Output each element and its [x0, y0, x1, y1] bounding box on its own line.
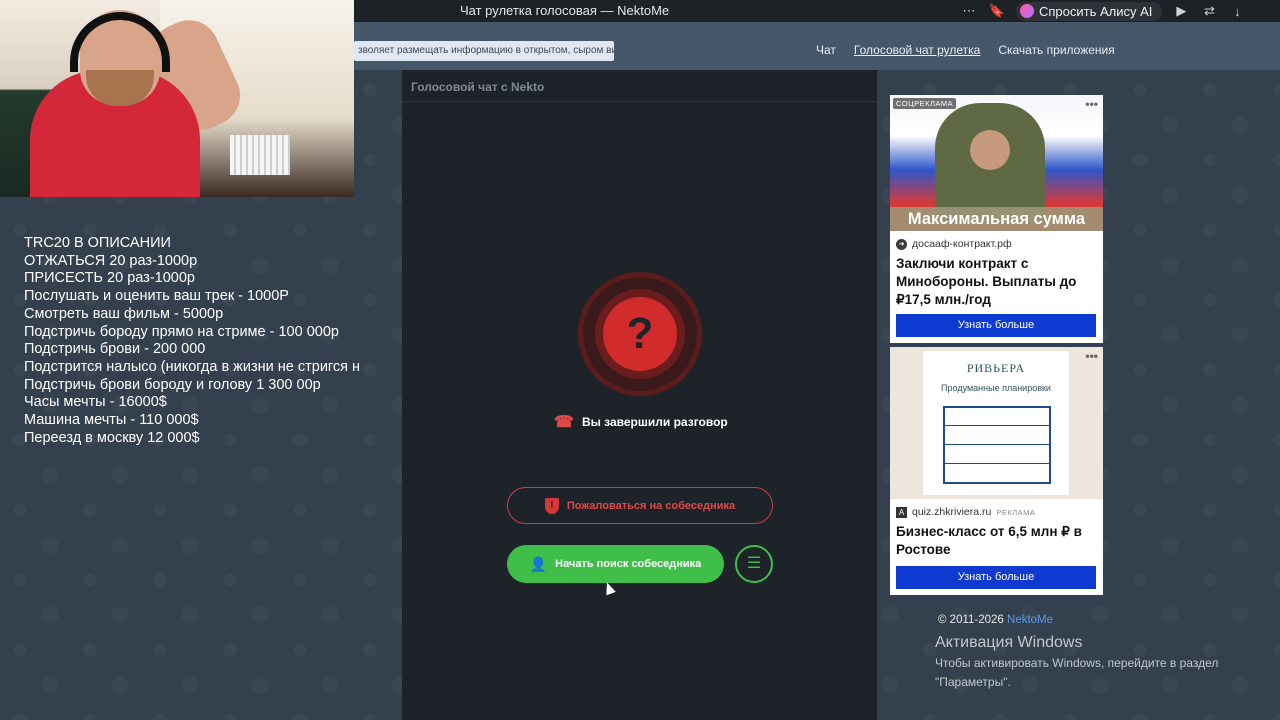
browser-toolbar: ⋯ 🔖 Спросить Алису AI ▶ ⇄ ↓: [960, 0, 1246, 22]
unknown-user-avatar: ?: [578, 272, 702, 396]
ad-title[interactable]: Заключи контракт с Минобороны. Выплаты д…: [890, 250, 1103, 309]
chat-panel-title: Голосовой чат с Nekto: [402, 70, 877, 102]
overlay-line: TRC20 В ОПИСАНИИ: [24, 235, 171, 251]
overlay-line: Переезд в москву 12 000$: [24, 429, 200, 446]
activation-line: Чтобы активировать Windows, перейдите в …: [935, 656, 1219, 670]
call-status-text: Вы завершили разговор: [581, 415, 728, 429]
overlay-line: Смотреть ваш фильм - 5000р: [24, 305, 224, 322]
user-search-icon: 👤: [529, 555, 548, 572]
nav-voice-chat[interactable]: Голосовой чат рулетка: [854, 43, 980, 57]
ad-tag: РЕКЛАМА: [996, 507, 1036, 517]
ad-menu-icon[interactable]: •••: [1085, 97, 1098, 111]
ad-image: РИВЬЕРА Продуманные планировки •••: [890, 347, 1103, 499]
shield-icon: !: [544, 497, 559, 514]
site-nav: Чат Голосовой чат рулетка Скачать прилож…: [816, 43, 1115, 57]
ad-learn-more-button[interactable]: Узнать больше: [896, 314, 1096, 337]
translate-icon[interactable]: ⇄: [1200, 3, 1218, 19]
ad-image-subtitle: Продуманные планировки: [941, 383, 1051, 393]
ask-alice-button[interactable]: Спросить Алису AI: [1016, 1, 1163, 21]
ad-card-riviera[interactable]: РИВЬЕРА Продуманные планировки ••• A qui…: [890, 347, 1103, 595]
overlay-line: ОТЖАТЬСЯ 20 раз-1000р: [24, 252, 198, 269]
call-status: ☎ Вы завершили разговор: [554, 412, 728, 432]
activation-line: "Параметры".: [935, 675, 1011, 689]
ad-source: A quiz.zhkriviera.ru РЕКЛАМА: [890, 499, 1103, 518]
webcam-overlay: [0, 0, 354, 197]
ask-alice-label: Спросить Алису AI: [1039, 3, 1153, 19]
ad-badge: СОЦРЕКЛАМА: [893, 98, 957, 109]
ad-domain[interactable]: quiz.zhkriviera.ru: [912, 506, 991, 518]
screen: Чат рулетка голосовая — NektoMe ⋯ 🔖 Спро…: [0, 0, 1280, 720]
chat-panel: Голосовой чат с Nekto ? ☎ Вы завершили р…: [402, 70, 877, 720]
overlay-line: Подстричь брови - 200 000: [24, 341, 206, 358]
search-settings-button[interactable]: ☰: [735, 545, 773, 583]
overlay-line: ПРИСЕСТЬ 20 раз-1000р: [24, 270, 195, 287]
ad-menu-icon[interactable]: •••: [1085, 349, 1098, 363]
report-user-label: Пожаловаться на собеседника: [566, 499, 736, 512]
question-icon: ?: [603, 297, 677, 371]
browser-title: Чат рулетка голосовая — NektoMe: [460, 3, 670, 18]
alice-icon: [1020, 4, 1034, 18]
overlay-line: Машина мечты - 110 000$: [24, 412, 199, 429]
site-notice: зволяет размещать информацию в открытом,…: [354, 41, 614, 61]
start-search-label: Начать поиск собеседника: [555, 558, 702, 570]
hangup-phone-icon: ☎: [554, 414, 574, 431]
stream-overlay-text: TRC20 В ОПИСАНИИ ОТЖАТЬСЯ 20 раз-1000р П…: [24, 235, 376, 447]
ad-image-caption: Максимальная сумма: [890, 207, 1103, 231]
headset-icon: [70, 12, 170, 72]
play-icon[interactable]: ▶: [1172, 3, 1190, 19]
overlay-line: Подстричь брови бороду и голову 1 300 00…: [24, 376, 321, 393]
download-icon[interactable]: ↓: [1228, 4, 1246, 19]
overlay-line: Подстрится налысо (никогда в жизни не ст…: [24, 358, 361, 375]
start-search-button[interactable]: 👤 Начать поиск собеседника: [507, 545, 724, 583]
overlay-line: Подстричь бороду прямо на стриме - 100 0…: [24, 323, 339, 340]
windows-activation-watermark: Активация Windows Чтобы активировать Win…: [935, 634, 1218, 690]
radiator: [230, 135, 290, 175]
ad-image: СОЦРЕКЛАМА ••• Максимальная сумма: [890, 95, 1103, 231]
nav-chat[interactable]: Чат: [816, 43, 836, 57]
footer-link[interactable]: NektoMe: [1007, 614, 1053, 626]
footer-copyright: © 2011-2026 NektoMe: [938, 614, 1053, 626]
overlay-line: Часы мечты - 16000$: [24, 394, 167, 411]
floor-plan-image: [943, 406, 1051, 484]
report-user-button[interactable]: ! Пожаловаться на собеседника: [507, 487, 773, 524]
more-icon[interactable]: ⋯: [960, 3, 978, 19]
ad-brand: РИВЬЕРА: [966, 361, 1026, 375]
nav-download-apps[interactable]: Скачать приложения: [998, 43, 1114, 57]
ad-learn-more-button[interactable]: Узнать больше: [896, 566, 1096, 589]
bookmark-icon[interactable]: 🔖: [988, 3, 1006, 19]
overlay-line: Послушать и оценить ваш трек - 1000Р: [24, 288, 289, 305]
copyright-text: © 2011-2026: [938, 614, 1004, 626]
ad-card-contract[interactable]: СОЦРЕКЛАМА ••• Максимальная сумма ➜ доса…: [890, 95, 1103, 343]
arrow-icon: ➜: [896, 238, 907, 250]
favicon-icon: A: [896, 506, 907, 518]
ad-title[interactable]: Бизнес-класс от 6,5 млн ₽ в Ростове: [890, 518, 1103, 559]
ad-domain[interactable]: досааф-контракт.рф: [912, 238, 1012, 250]
ad-source: ➜ досааф-контракт.рф: [890, 231, 1103, 250]
activation-heading: Активация Windows: [935, 634, 1083, 651]
